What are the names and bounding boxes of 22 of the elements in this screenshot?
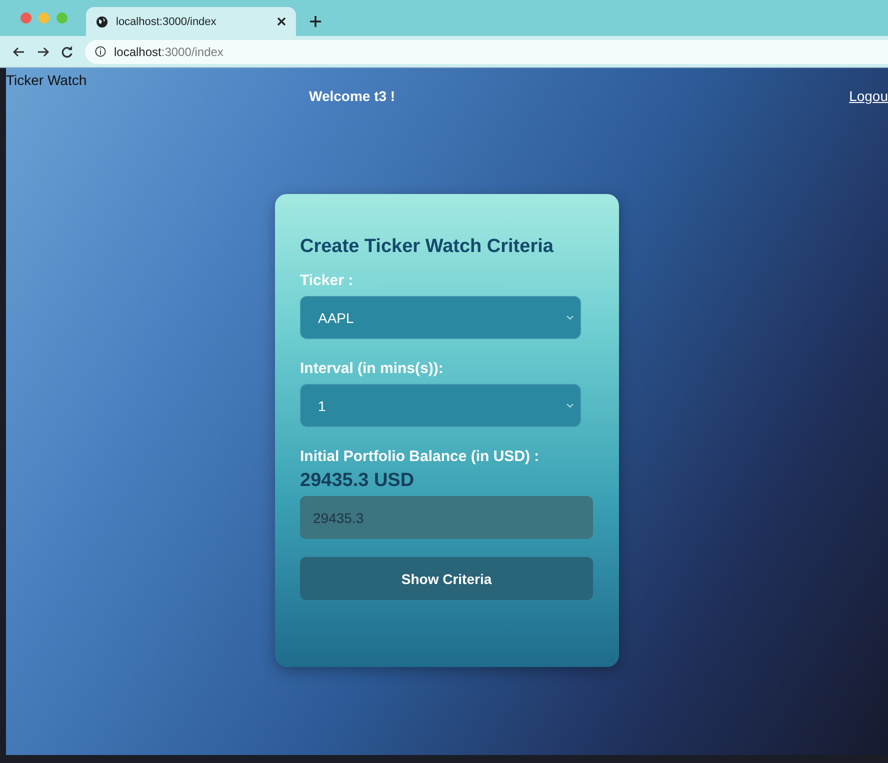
new-tab-icon[interactable] xyxy=(310,16,321,27)
close-icon[interactable] xyxy=(277,17,286,26)
logout-link[interactable]: Logou xyxy=(849,88,888,104)
dropdown[interactable]: AAPL xyxy=(300,296,581,339)
info-icon xyxy=(95,46,106,57)
globe-icon xyxy=(96,16,108,28)
reload-icon[interactable] xyxy=(61,46,73,58)
app-title: Ticker Watch xyxy=(6,72,87,88)
field-label: Initial Portfolio Balance (in USD) : xyxy=(300,448,540,465)
form-title: Create Ticker Watch Criteria xyxy=(300,236,554,258)
field-label: Interval (in mins(s)): xyxy=(300,360,444,377)
chevron-down-icon xyxy=(566,403,574,408)
browser-tab[interactable]: localhost:3000/index xyxy=(86,7,296,36)
address-field[interactable]: localhost:3000/index xyxy=(85,40,888,64)
back-icon[interactable] xyxy=(13,46,25,58)
field-label: Ticker : xyxy=(300,272,354,289)
chevron-down-icon xyxy=(566,315,574,320)
welcome-text: Welcome t3 ! xyxy=(309,88,396,104)
show-criteria-button[interactable]: Show Criteria xyxy=(300,557,593,600)
forward-icon[interactable] xyxy=(37,46,49,58)
balance-value: 29435.3 USD xyxy=(300,470,416,492)
dropdown[interactable]: 1 xyxy=(300,384,581,427)
